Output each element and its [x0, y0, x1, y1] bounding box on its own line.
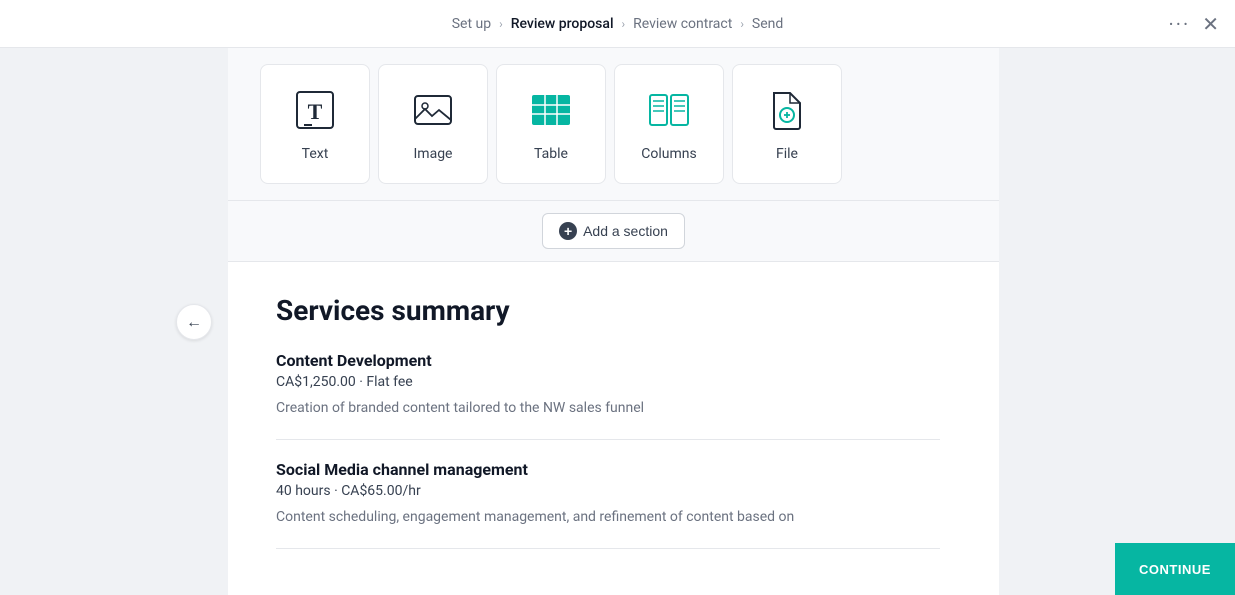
picker-label-file: File	[776, 146, 798, 162]
picker-item-file[interactable]: File	[732, 64, 842, 184]
text-icon: T	[291, 86, 339, 134]
more-button[interactable]: ···	[1169, 12, 1191, 36]
service-desc-1: Content scheduling, engagement managemen…	[276, 507, 940, 528]
step-send[interactable]: Send	[752, 16, 783, 32]
service-price-0: CA$1,250.00 · Flat fee	[276, 374, 940, 390]
services-title: Services summary	[276, 294, 940, 327]
chevron-icon-3: ›	[740, 17, 744, 31]
service-name-1: Social Media channel management	[276, 460, 940, 479]
add-section-label: Add a section	[583, 223, 668, 239]
step-review-contract[interactable]: Review contract	[633, 16, 732, 32]
picker-item-columns[interactable]: Columns	[614, 64, 724, 184]
right-sidebar	[999, 48, 1235, 595]
nav-actions: ··· ✕	[1169, 12, 1219, 36]
add-section-bar: + Add a section	[228, 201, 999, 262]
left-sidebar: ←	[0, 48, 228, 595]
picker-label-table: Table	[534, 146, 568, 162]
service-item-1: Social Media channel management 40 hours…	[276, 440, 940, 549]
chevron-icon-2: ›	[622, 17, 626, 31]
picker-item-text[interactable]: T Text	[260, 64, 370, 184]
file-icon	[763, 86, 811, 134]
add-section-button[interactable]: + Add a section	[542, 213, 685, 249]
back-button[interactable]: ←	[176, 304, 212, 340]
service-price-1: 40 hours · CA$65.00/hr	[276, 483, 940, 499]
image-icon	[409, 86, 457, 134]
proposal-content: Services summary Content Development CA$…	[228, 262, 988, 581]
top-nav: Set up › Review proposal › Review contra…	[0, 0, 1235, 48]
columns-icon	[645, 86, 693, 134]
service-desc-0: Creation of branded content tailored to …	[276, 398, 940, 419]
continue-button[interactable]: CONTINUE	[1115, 543, 1235, 595]
picker-item-image[interactable]: Image	[378, 64, 488, 184]
service-name-0: Content Development	[276, 351, 940, 370]
service-item-0: Content Development CA$1,250.00 · Flat f…	[276, 351, 940, 440]
picker-label-image: Image	[414, 146, 453, 162]
breadcrumb: Set up › Review proposal › Review contra…	[452, 16, 784, 32]
main-layout: ← T Text	[0, 48, 1235, 595]
table-icon	[527, 86, 575, 134]
section-picker: T Text Image	[228, 48, 999, 201]
picker-item-table[interactable]: Table	[496, 64, 606, 184]
close-button[interactable]: ✕	[1202, 12, 1219, 36]
back-arrow-icon: ←	[186, 312, 202, 332]
content-area: T Text Image	[228, 48, 999, 595]
chevron-icon: ›	[499, 17, 503, 31]
picker-label-text: Text	[302, 146, 329, 162]
step-setup[interactable]: Set up	[452, 16, 491, 32]
svg-text:T: T	[308, 99, 323, 124]
step-review-proposal[interactable]: Review proposal	[511, 16, 614, 32]
plus-circle-icon: +	[559, 222, 577, 240]
picker-label-columns: Columns	[641, 146, 696, 162]
